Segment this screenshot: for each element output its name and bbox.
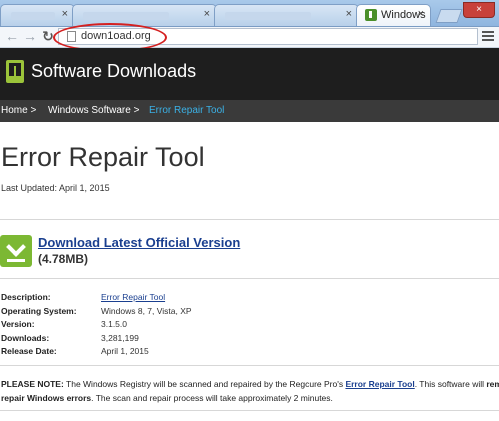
note-bold: remove (486, 379, 499, 389)
close-icon[interactable]: × (418, 8, 424, 20)
note-text: . This software will (414, 379, 487, 389)
detail-label: Version: (1, 319, 35, 329)
address-bar[interactable]: down1oad.org (53, 23, 478, 52)
browser-toolbar: ← → ↻ down1oad.org (0, 23, 499, 52)
close-icon[interactable]: × (62, 8, 68, 20)
error-repair-tool-link[interactable]: Error Repair Tool (345, 379, 414, 389)
note-bold: repair Windows errors (1, 393, 92, 403)
detail-label: Release Date: (1, 346, 57, 356)
please-note-text: PLEASE NOTE: The Windows Registry will b… (1, 377, 499, 405)
detail-value: 3,281,199 (101, 332, 139, 343)
tab-title-blurred (11, 12, 55, 20)
divider (0, 278, 499, 279)
divider (0, 410, 499, 411)
divider (0, 365, 499, 366)
window-close-button[interactable]: × (463, 2, 495, 18)
tab-active[interactable]: Windows × (356, 4, 431, 26)
tab-title-blurred (225, 12, 311, 20)
detail-value: Windows 8, 7, Vista, XP (101, 305, 192, 316)
download-size: (4.78MB) (38, 252, 89, 266)
new-tab-button[interactable] (435, 9, 463, 23)
back-arrow-icon[interactable]: ← (4, 28, 20, 44)
detail-label: Downloads: (1, 332, 50, 343)
site-header: Software Downloads (0, 48, 499, 100)
detail-label: Description: (1, 292, 51, 302)
tab-strip: × × × Windows × × (0, 0, 499, 27)
breadcrumb-current: Error Repair Tool (149, 105, 225, 116)
close-icon[interactable]: × (346, 8, 352, 20)
breadcrumb-home[interactable]: Home > (1, 105, 36, 116)
menu-icon[interactable] (481, 29, 495, 43)
note-text: The Windows Registry will be scanned and… (63, 379, 346, 389)
forward-arrow-icon[interactable]: → (22, 28, 38, 44)
divider (0, 219, 499, 220)
note-text: . The scan and repair process will take … (91, 393, 333, 403)
description-link[interactable]: Error Repair Tool (101, 292, 165, 302)
page-title: Error Repair Tool (1, 142, 205, 172)
tab-background-1[interactable]: × (0, 4, 75, 26)
note-prefix: PLEASE NOTE: (1, 379, 64, 389)
breadcrumb-windows-software[interactable]: Windows Software > (48, 105, 139, 116)
close-icon[interactable]: × (204, 8, 210, 20)
site-name[interactable]: Software Downloads (31, 61, 196, 82)
last-updated: Last Updated: April 1, 2015 (1, 183, 110, 193)
download-arrow-icon[interactable] (0, 235, 32, 267)
download-logo-icon[interactable] (6, 60, 24, 83)
detail-value: 3.1.5.0 (101, 319, 127, 329)
breadcrumb: Home > Windows Software > Error Repair T… (0, 100, 499, 122)
download-link[interactable]: Download Latest Official Version (38, 235, 240, 250)
detail-label: Operating System: (1, 305, 77, 316)
detail-value: April 1, 2015 (101, 346, 149, 356)
tab-title-blurred (83, 12, 169, 20)
tab-background-3[interactable]: × (214, 4, 359, 26)
site-favicon-icon (365, 9, 377, 21)
